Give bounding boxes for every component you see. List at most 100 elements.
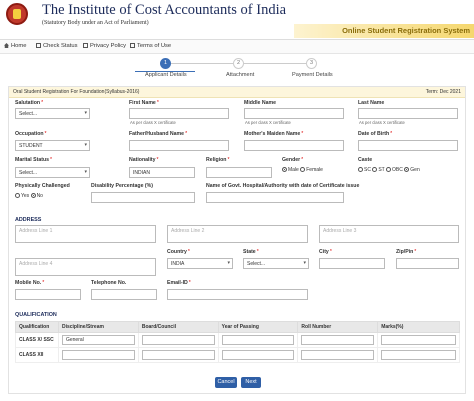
email-label-text: Email-ID bbox=[167, 280, 188, 286]
gender-male-label: Male bbox=[288, 167, 299, 173]
gender-male-radio[interactable] bbox=[282, 167, 287, 172]
middle-name-label: Middle Name bbox=[244, 100, 276, 106]
city-label: City* bbox=[319, 249, 332, 255]
marital-label-text: Marital Status bbox=[15, 157, 50, 163]
nav-terms[interactable]: Terms of Use bbox=[130, 43, 171, 49]
physically-challenged-label: Physically Challenged bbox=[15, 183, 70, 189]
address-line-4-input[interactable]: Address Line 4 bbox=[15, 258, 156, 276]
mobile-input[interactable] bbox=[15, 289, 81, 300]
caste-gen-radio[interactable] bbox=[404, 167, 410, 172]
caste-radio-group: SC ST OBC Gen bbox=[358, 167, 420, 173]
document-icon bbox=[130, 43, 135, 48]
marital-select[interactable]: Select... bbox=[15, 167, 90, 178]
table-row: CLASS X/ SSC General bbox=[15, 332, 460, 348]
disability-label: Disability Percentage (%) bbox=[91, 183, 153, 189]
city-input[interactable] bbox=[319, 258, 385, 269]
religion-input[interactable] bbox=[206, 167, 272, 178]
pin-input[interactable] bbox=[396, 258, 459, 269]
nav-check-status[interactable]: Check Status bbox=[36, 43, 77, 49]
gender-label: Gender* bbox=[282, 157, 304, 163]
hospital-input[interactable] bbox=[206, 192, 344, 203]
city-label-text: City bbox=[319, 249, 329, 255]
occupation-label-text: Occupation bbox=[15, 131, 44, 137]
institute-logo bbox=[6, 3, 28, 25]
board-input[interactable] bbox=[141, 350, 215, 360]
salutation-label-text: Salutation bbox=[15, 100, 41, 106]
cancel-button[interactable]: Cancel bbox=[215, 377, 237, 388]
step-3-label: Payment Details bbox=[292, 72, 333, 78]
father-name-label-text: Father/Husband Name bbox=[129, 131, 185, 137]
last-name-input[interactable] bbox=[358, 108, 458, 119]
marital-label: Marital Status* bbox=[15, 157, 53, 163]
marks-input[interactable] bbox=[381, 350, 456, 360]
religion-label: Religion* bbox=[206, 157, 230, 163]
qualification-section-title: QUALIFICATION bbox=[15, 312, 57, 318]
caste-gen-label: Gen bbox=[410, 167, 420, 173]
physically-yes-radio[interactable] bbox=[15, 193, 20, 198]
qualification-header-row: Qualification Discipline/Stream Board/Co… bbox=[15, 321, 460, 333]
caste-sc-radio[interactable] bbox=[358, 167, 363, 172]
step-2-indicator: 2 bbox=[233, 58, 244, 69]
nationality-input[interactable]: INDIAN bbox=[129, 167, 195, 178]
gender-female-label: Female bbox=[306, 167, 323, 173]
religion-label-text: Religion bbox=[206, 157, 227, 163]
roll-input[interactable] bbox=[301, 335, 375, 345]
table-cell bbox=[137, 332, 219, 348]
middle-name-hint: As per class X certificate bbox=[245, 120, 291, 125]
gender-female-radio[interactable] bbox=[300, 167, 306, 172]
nav-privacy[interactable]: Privacy Policy bbox=[83, 43, 126, 49]
column-header: Qualification bbox=[15, 321, 59, 333]
next-button[interactable]: Next bbox=[241, 377, 261, 388]
country-select[interactable]: INDIA bbox=[167, 258, 233, 269]
mother-name-label-text: Mother's Maiden Name bbox=[244, 131, 301, 137]
salutation-select[interactable]: Select... bbox=[15, 108, 90, 119]
stream-input[interactable] bbox=[61, 350, 135, 360]
occupation-select[interactable]: STUDENT bbox=[15, 140, 90, 151]
nav-home[interactable]: Home bbox=[4, 43, 26, 49]
address-line-3-input[interactable]: Address Line 3 bbox=[319, 225, 459, 243]
year-input[interactable] bbox=[221, 350, 295, 360]
document-icon bbox=[83, 43, 88, 48]
table-cell bbox=[217, 347, 299, 363]
address-section-title: ADDRESS bbox=[15, 217, 42, 223]
state-select[interactable]: Select... bbox=[243, 258, 309, 269]
mother-name-label: Mother's Maiden Name* bbox=[244, 131, 304, 137]
stream-input[interactable]: General bbox=[61, 335, 135, 345]
father-name-input[interactable] bbox=[129, 140, 229, 151]
caste-st-radio[interactable] bbox=[372, 167, 378, 172]
disability-input[interactable] bbox=[91, 192, 195, 203]
mother-name-input[interactable] bbox=[244, 140, 344, 151]
telephone-input[interactable] bbox=[91, 289, 157, 300]
registration-banner: Online Student Registration System bbox=[294, 24, 474, 38]
gender-radio-group: Male Female bbox=[282, 167, 323, 173]
physically-no-radio[interactable] bbox=[30, 193, 36, 198]
mobile-label-text: Mobile No. bbox=[15, 280, 42, 286]
registration-form: Oral Student Registration For Foundation… bbox=[8, 86, 466, 394]
physically-challenged-radio-group: Yes No bbox=[15, 193, 43, 199]
roll-input[interactable] bbox=[301, 350, 375, 360]
step-connector bbox=[171, 63, 233, 64]
address-line-2-input[interactable]: Address Line 2 bbox=[167, 225, 308, 243]
address-line-1-input[interactable]: Address Line 1 bbox=[15, 225, 156, 243]
column-header: Year of Passing bbox=[217, 321, 299, 333]
first-name-input[interactable] bbox=[129, 108, 229, 119]
caste-obc-radio[interactable] bbox=[386, 167, 392, 172]
mobile-label: Mobile No.* bbox=[15, 280, 45, 286]
physically-yes-label: Yes bbox=[21, 193, 30, 199]
year-input[interactable] bbox=[221, 335, 295, 345]
first-name-hint: As per class X certificate bbox=[130, 120, 176, 125]
dob-input[interactable] bbox=[358, 140, 458, 151]
first-name-label-text: First Name bbox=[129, 100, 156, 106]
email-input[interactable] bbox=[167, 289, 308, 300]
pin-label: Zip/Pin* bbox=[396, 249, 417, 255]
table-cell bbox=[377, 347, 460, 363]
occupation-label: Occupation* bbox=[15, 131, 47, 137]
site-header: The Institute of Cost Accountants of Ind… bbox=[0, 0, 474, 40]
nationality-label-text: Nationality bbox=[129, 157, 156, 163]
table-cell bbox=[217, 332, 299, 348]
nav-privacy-label: Privacy Policy bbox=[90, 43, 127, 49]
middle-name-input[interactable] bbox=[244, 108, 344, 119]
marks-input[interactable] bbox=[381, 335, 456, 345]
last-name-label: Last Name bbox=[358, 100, 385, 106]
board-input[interactable] bbox=[141, 335, 215, 345]
